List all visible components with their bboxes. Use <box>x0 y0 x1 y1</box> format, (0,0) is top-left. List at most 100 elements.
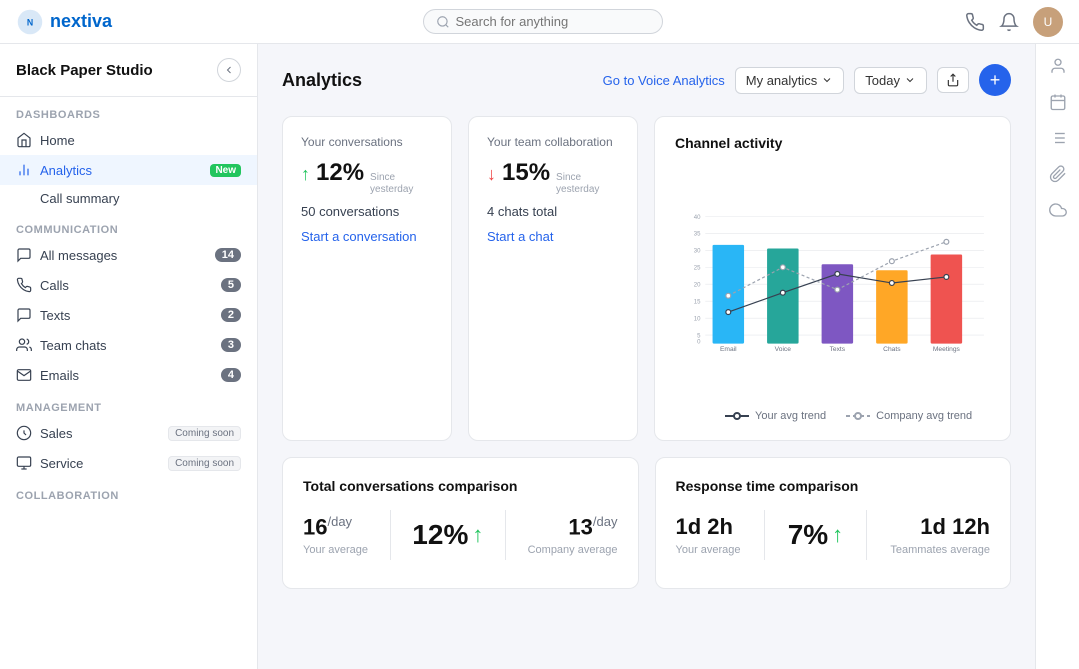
conversations-subtitle: Your conversations <box>301 135 433 151</box>
svg-text:Meetings: Meetings <box>933 346 961 353</box>
voice-analytics-link[interactable]: Go to Voice Analytics <box>603 73 725 88</box>
response-teammates-avg: 1d 12h Teammates average <box>890 514 990 556</box>
list-icon <box>1049 129 1067 147</box>
response-teammates-avg-label: Teammates average <box>890 544 990 556</box>
chart-legend: Your avg trend Company avg trend <box>675 410 990 422</box>
conversations-percent: 12% <box>316 159 364 187</box>
legend-company-label: Company avg trend <box>876 410 972 422</box>
all-messages-badge: 14 <box>215 248 241 262</box>
add-button[interactable]: + <box>979 64 1011 96</box>
svg-text:30: 30 <box>694 249 701 255</box>
right-bar-cloud-icon[interactable] <box>1048 200 1068 220</box>
sidebar-title: Black Paper Studio <box>16 62 153 79</box>
team-count: 4 chats total <box>487 204 619 219</box>
user-icon <box>1049 57 1067 75</box>
svg-text:35: 35 <box>694 232 701 238</box>
nextiva-logo-icon: N <box>16 8 44 36</box>
sidebar-item-texts[interactable]: Texts 2 <box>0 300 257 330</box>
sales-icon <box>16 425 32 441</box>
sidebar-item-label-home: Home <box>40 133 241 148</box>
phone-icon[interactable] <box>965 12 985 32</box>
sidebar-item-label-service: Service <box>40 456 156 471</box>
emails-icon <box>16 367 32 383</box>
start-conversation-link[interactable]: Start a conversation <box>301 229 417 244</box>
svg-text:15: 15 <box>694 300 701 306</box>
team-percent-row: ↓ 15% Sinceyesterday <box>487 159 619 196</box>
total-big-percent: 12% ↑ <box>412 519 483 551</box>
svg-text:Voice: Voice <box>775 346 792 353</box>
analytics-new-badge: New <box>210 164 241 177</box>
sidebar-item-service[interactable]: Service Coming soon <box>0 448 257 478</box>
sidebar-header: Black Paper Studio <box>0 44 257 97</box>
share-icon <box>946 73 960 87</box>
section-label-communication: Communication <box>0 212 257 240</box>
conversations-since: Sinceyesterday <box>370 172 413 196</box>
bell-icon[interactable] <box>999 12 1019 32</box>
share-button[interactable] <box>937 67 969 93</box>
sidebar-item-call-summary[interactable]: Call summary <box>0 185 257 212</box>
sidebar-item-team-chats[interactable]: Team chats 3 <box>0 330 257 360</box>
conversations-arrow-up: ↑ <box>301 164 310 185</box>
team-percent: 15% <box>502 159 550 187</box>
my-analytics-dropdown[interactable]: My analytics <box>735 67 845 94</box>
sidebar-item-label-sales: Sales <box>40 426 156 441</box>
team-since: Sinceyesterday <box>556 172 599 196</box>
sidebar-collapse-button[interactable] <box>217 58 241 82</box>
svg-text:Email: Email <box>720 346 737 353</box>
search-input[interactable] <box>456 14 616 29</box>
response-your-avg: 1d 2h Your average <box>676 514 741 556</box>
conversations-count: 50 conversations <box>301 204 433 219</box>
right-bar <box>1035 44 1079 669</box>
avatar[interactable]: U <box>1033 7 1063 37</box>
team-card: Your team collaboration ↓ 15% Sinceyeste… <box>468 116 638 441</box>
content-area: Analytics Go to Voice Analytics My analy… <box>258 44 1035 669</box>
svg-text:25: 25 <box>694 266 701 272</box>
search-box[interactable] <box>423 9 663 34</box>
home-icon <box>16 132 32 148</box>
sidebar-item-label-texts: Texts <box>40 308 213 323</box>
analytics-icon <box>16 162 32 178</box>
sidebar-item-sales[interactable]: Sales Coming soon <box>0 418 257 448</box>
svg-text:Chats: Chats <box>883 346 901 353</box>
chevron-left-icon <box>223 64 235 76</box>
legend-your-trend: Your avg trend <box>725 410 826 422</box>
chart-title: Channel activity <box>675 135 990 151</box>
response-time-card: Response time comparison 1d 2h Your aver… <box>655 457 1012 589</box>
sidebar-item-all-messages[interactable]: All messages 14 <box>0 240 257 270</box>
section-label-dashboards: Dashboards <box>0 97 257 125</box>
logo: N nextiva <box>16 8 112 36</box>
svg-text:0: 0 <box>697 340 701 346</box>
total-percent-center: 12% ↑ <box>412 519 483 551</box>
sidebar-item-analytics[interactable]: Analytics New <box>0 155 257 185</box>
total-your-avg-value: 16/day <box>303 514 368 540</box>
company-trend-line-icon <box>846 411 870 421</box>
all-messages-icon <box>16 247 32 263</box>
topnav-right: U <box>965 7 1063 37</box>
page-title: Analytics <box>282 70 362 91</box>
conversations-percent-row: ↑ 12% Sinceyesterday <box>301 159 433 196</box>
total-company-avg: 13/day Company average <box>528 514 618 556</box>
total-your-avg-label: Your average <box>303 544 368 556</box>
divider-1 <box>390 510 391 560</box>
total-your-avg: 16/day Your average <box>303 514 368 556</box>
main-layout: Black Paper Studio Dashboards Home Analy… <box>0 44 1079 669</box>
channel-activity-card: Channel activity 40 35 <box>654 116 1011 441</box>
right-bar-list-icon[interactable] <box>1048 128 1068 148</box>
start-chat-link[interactable]: Start a chat <box>487 229 553 244</box>
response-percent-center: 7% ↑ <box>788 519 843 551</box>
sidebar-item-emails[interactable]: Emails 4 <box>0 360 257 390</box>
today-dropdown[interactable]: Today <box>854 67 927 94</box>
response-arrow-up: ↑ <box>832 522 843 548</box>
team-chats-badge: 3 <box>221 338 241 352</box>
logo-text: nextiva <box>50 11 112 32</box>
search-icon <box>436 15 450 29</box>
sidebar: Black Paper Studio Dashboards Home Analy… <box>0 44 258 669</box>
sidebar-item-calls[interactable]: Calls 5 <box>0 270 257 300</box>
svg-text:40: 40 <box>694 215 701 221</box>
sidebar-item-home[interactable]: Home <box>0 125 257 155</box>
right-bar-user-icon[interactable] <box>1048 56 1068 76</box>
right-bar-calendar-icon[interactable] <box>1048 92 1068 112</box>
right-bar-clip-icon[interactable] <box>1048 164 1068 184</box>
emails-badge: 4 <box>221 368 241 382</box>
cards-row: Your conversations ↑ 12% Sinceyesterday … <box>282 116 1011 441</box>
